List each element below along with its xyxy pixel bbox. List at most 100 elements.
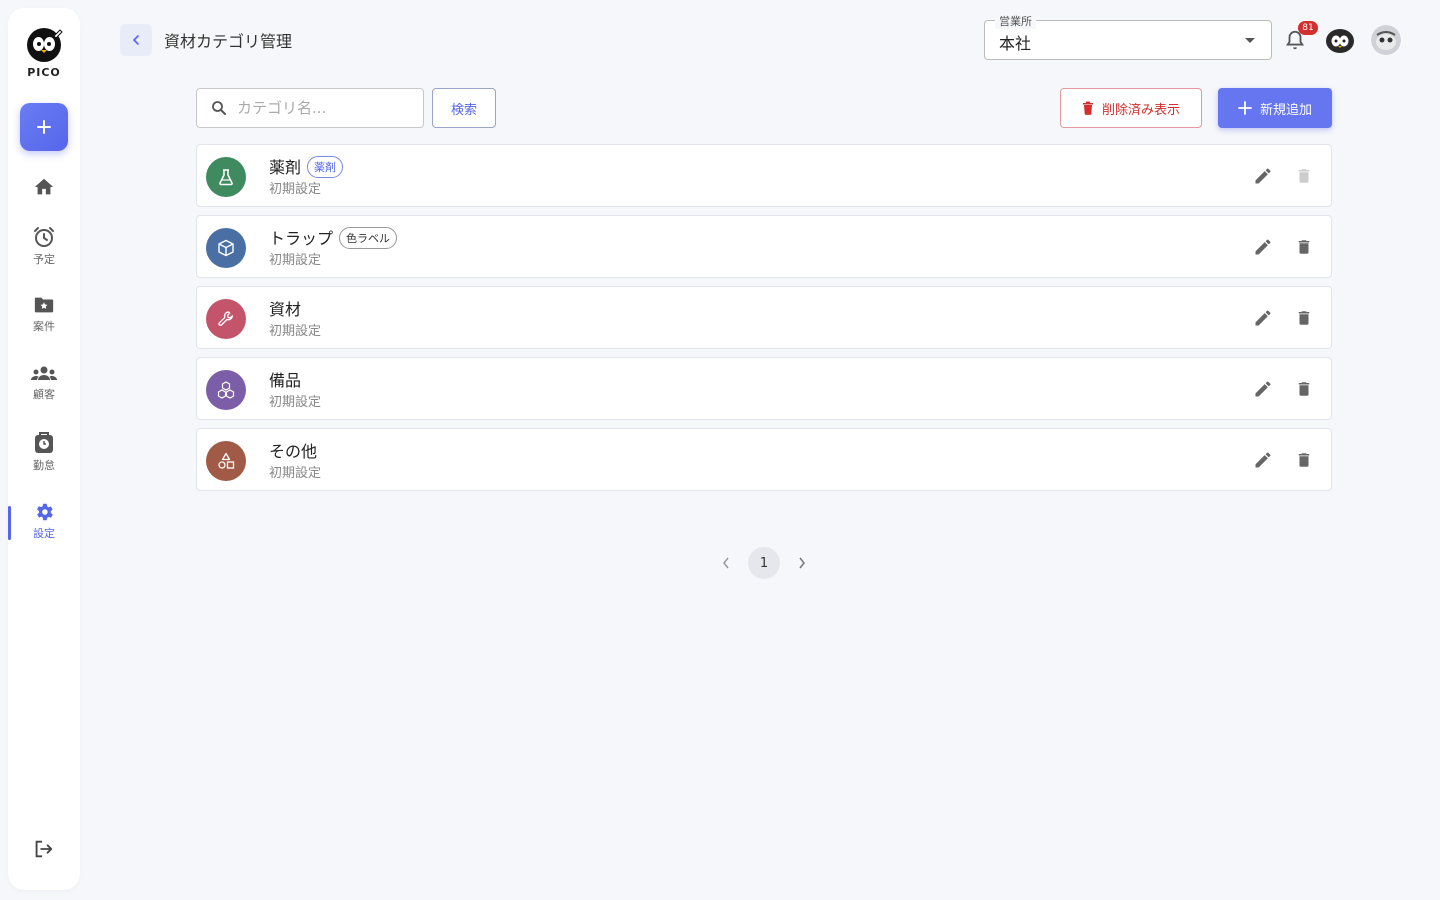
edit-button[interactable] xyxy=(1253,379,1273,403)
shapes-icon xyxy=(218,452,235,469)
category-subtitle: 初期設定 xyxy=(269,253,322,268)
edit-button[interactable] xyxy=(1253,166,1273,190)
sidebar-item-label: 設定 xyxy=(33,527,55,540)
category-name-line: 薬剤 薬剤 xyxy=(269,154,344,178)
category-tag: 色ラベル xyxy=(339,227,398,249)
trash-icon xyxy=(1298,453,1310,467)
list-item: その他 初期設定 xyxy=(196,428,1332,491)
pencil-icon xyxy=(1255,381,1271,397)
pagination-next-button[interactable] xyxy=(796,555,808,575)
pencil-icon xyxy=(1255,168,1271,184)
penguin-avatar[interactable] xyxy=(1325,25,1355,55)
logout-button[interactable] xyxy=(32,838,54,864)
delete-button-disabled xyxy=(1295,165,1313,191)
category-name: その他 xyxy=(269,442,318,461)
plus-icon xyxy=(37,120,51,134)
sidebar: PICO 予定 案件 顧客 勤怠 設定 xyxy=(8,8,80,890)
list-item: 資材 初期設定 xyxy=(196,286,1332,349)
category-icon-circle xyxy=(206,299,246,339)
back-button[interactable] xyxy=(120,24,152,56)
sidebar-item-customers[interactable]: 顧客 xyxy=(8,364,80,402)
category-subtitle: 初期設定 xyxy=(269,182,322,197)
category-name: 備品 xyxy=(269,371,302,390)
show-deleted-button[interactable]: 削除済み表示 xyxy=(1060,88,1202,128)
category-name: 資材 xyxy=(269,300,302,319)
pencil-icon xyxy=(1255,310,1271,326)
search-icon xyxy=(212,101,226,115)
list-item: 薬剤 薬剤 初期設定 xyxy=(196,144,1332,207)
sidebar-item-schedule[interactable]: 予定 xyxy=(8,225,80,267)
category-subtitle: 初期設定 xyxy=(269,324,322,339)
category-subtitle: 初期設定 xyxy=(269,466,322,481)
category-tag: 薬剤 xyxy=(307,156,344,178)
flask-icon xyxy=(219,169,233,186)
show-deleted-label: 削除済み表示 xyxy=(1101,102,1180,118)
category-icon-circle xyxy=(206,228,246,268)
gear-icon xyxy=(37,503,53,521)
category-name: 薬剤 xyxy=(269,158,302,177)
office-select[interactable]: 営業所 本社 xyxy=(984,13,1272,60)
search-button[interactable]: 検索 xyxy=(432,88,496,128)
trash-icon xyxy=(1298,240,1310,254)
logo[interactable]: PICO xyxy=(8,24,80,79)
pencil-icon xyxy=(1255,452,1271,468)
folder-star-icon xyxy=(34,297,54,313)
sidebar-item-label: 顧客 xyxy=(33,388,55,401)
search-box[interactable] xyxy=(196,88,424,128)
group-icon xyxy=(31,366,57,380)
list-item: 備品 初期設定 xyxy=(196,357,1332,420)
delete-button[interactable] xyxy=(1295,378,1313,404)
trash-icon xyxy=(1298,311,1310,325)
notification-badge: 81 xyxy=(1298,21,1318,35)
sidebar-item-projects[interactable]: 案件 xyxy=(8,294,80,334)
sidebar-item-label: 予定 xyxy=(33,253,55,266)
list-item: トラップ 色ラベル 初期設定 xyxy=(196,215,1332,278)
home-icon xyxy=(34,178,54,195)
chevron-down-icon xyxy=(1245,38,1255,43)
chevron-right-icon xyxy=(799,557,805,569)
delete-button[interactable] xyxy=(1295,307,1313,333)
category-icon-circle xyxy=(206,157,246,197)
pagination-prev-button[interactable] xyxy=(720,555,732,575)
chevron-left-icon xyxy=(132,35,139,45)
alarm-clock-icon xyxy=(34,227,54,247)
sidebar-item-home[interactable] xyxy=(8,176,80,198)
edit-button[interactable] xyxy=(1253,308,1273,332)
penguin-logo-icon xyxy=(27,28,63,62)
sidebar-item-attendance[interactable]: 勤怠 xyxy=(8,431,80,473)
edit-button[interactable] xyxy=(1253,237,1273,261)
category-name: トラップ xyxy=(269,229,334,248)
sidebar-item-label: 勤怠 xyxy=(33,459,55,472)
category-name-line: 備品 xyxy=(269,367,301,391)
quick-add-button[interactable] xyxy=(20,103,68,151)
add-new-button[interactable]: 新規追加 xyxy=(1218,88,1332,128)
chevron-left-icon xyxy=(723,557,729,569)
sidebar-item-settings[interactable]: 設定 xyxy=(8,501,80,541)
category-subtitle: 初期設定 xyxy=(269,395,322,410)
cubes-icon xyxy=(217,381,235,399)
plus-icon xyxy=(1238,101,1252,115)
logout-icon xyxy=(35,840,53,858)
wrench-icon xyxy=(218,311,233,326)
timecard-icon xyxy=(35,432,53,453)
pencil-icon xyxy=(1255,239,1271,255)
category-icon-circle xyxy=(206,370,246,410)
trash-icon xyxy=(1298,169,1310,183)
logo-text: PICO xyxy=(27,66,61,79)
penguin-avatar-icon xyxy=(1325,25,1355,55)
search-input[interactable] xyxy=(237,97,415,119)
trash-icon xyxy=(1082,101,1093,115)
pagination-page-button[interactable]: 1 xyxy=(748,547,780,579)
category-name-line: その他 xyxy=(269,438,317,462)
delete-button[interactable] xyxy=(1295,236,1313,262)
edit-button[interactable] xyxy=(1253,450,1273,474)
office-select-value: 本社 xyxy=(999,34,1032,53)
category-name-line: トラップ 色ラベル xyxy=(269,225,398,249)
add-new-label: 新規追加 xyxy=(1259,102,1312,118)
sidebar-item-label: 案件 xyxy=(33,320,55,333)
delete-button[interactable] xyxy=(1295,449,1313,475)
box-icon xyxy=(218,239,234,257)
user-avatar-icon xyxy=(1371,25,1401,55)
office-select-label: 営業所 xyxy=(995,13,1036,29)
user-avatar[interactable] xyxy=(1371,25,1401,55)
